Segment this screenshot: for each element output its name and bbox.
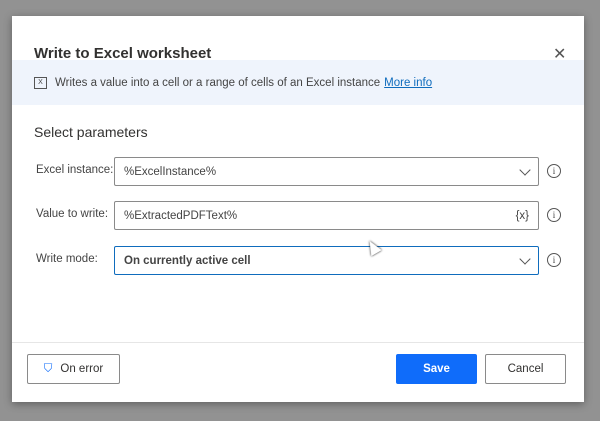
save-button[interactable]: Save [396,354,477,384]
cancel-button[interactable]: Cancel [485,354,566,384]
excel-instance-dropdown[interactable]: %ExcelInstance% [114,157,539,186]
info-text: Writes a value into a cell or a range of… [55,76,381,89]
shield-icon: ⛉ [43,362,53,375]
excel-icon: X [34,76,47,89]
excel-instance-label: Excel instance: [36,164,114,176]
write-mode-value: On currently active cell [124,254,251,267]
variable-picker-icon[interactable]: {x} [516,210,529,222]
info-icon[interactable]: i [547,253,561,267]
chevron-down-icon [519,252,531,265]
more-info-link[interactable]: More info [384,77,432,89]
value-to-write-value: %ExtractedPDFText% [124,209,238,222]
info-banner: X Writes a value into a cell or a range … [12,60,584,105]
footer-divider [12,342,584,343]
on-error-button[interactable]: ⛉ On error [27,354,120,384]
value-to-write-label: Value to write: [36,208,109,220]
write-to-excel-dialog: Write to Excel worksheet ✕ X Writes a va… [12,16,584,402]
info-icon[interactable]: i [547,208,561,222]
write-mode-label: Write mode: [36,253,98,265]
info-icon[interactable]: i [547,164,561,178]
excel-instance-value: %ExcelInstance% [124,165,217,178]
on-error-label: On error [60,363,104,375]
chevron-down-icon [519,163,531,176]
write-mode-dropdown[interactable]: On currently active cell [114,246,539,275]
value-to-write-input[interactable]: %ExtractedPDFText% {x} [114,201,539,230]
section-title: Select parameters [34,124,148,140]
